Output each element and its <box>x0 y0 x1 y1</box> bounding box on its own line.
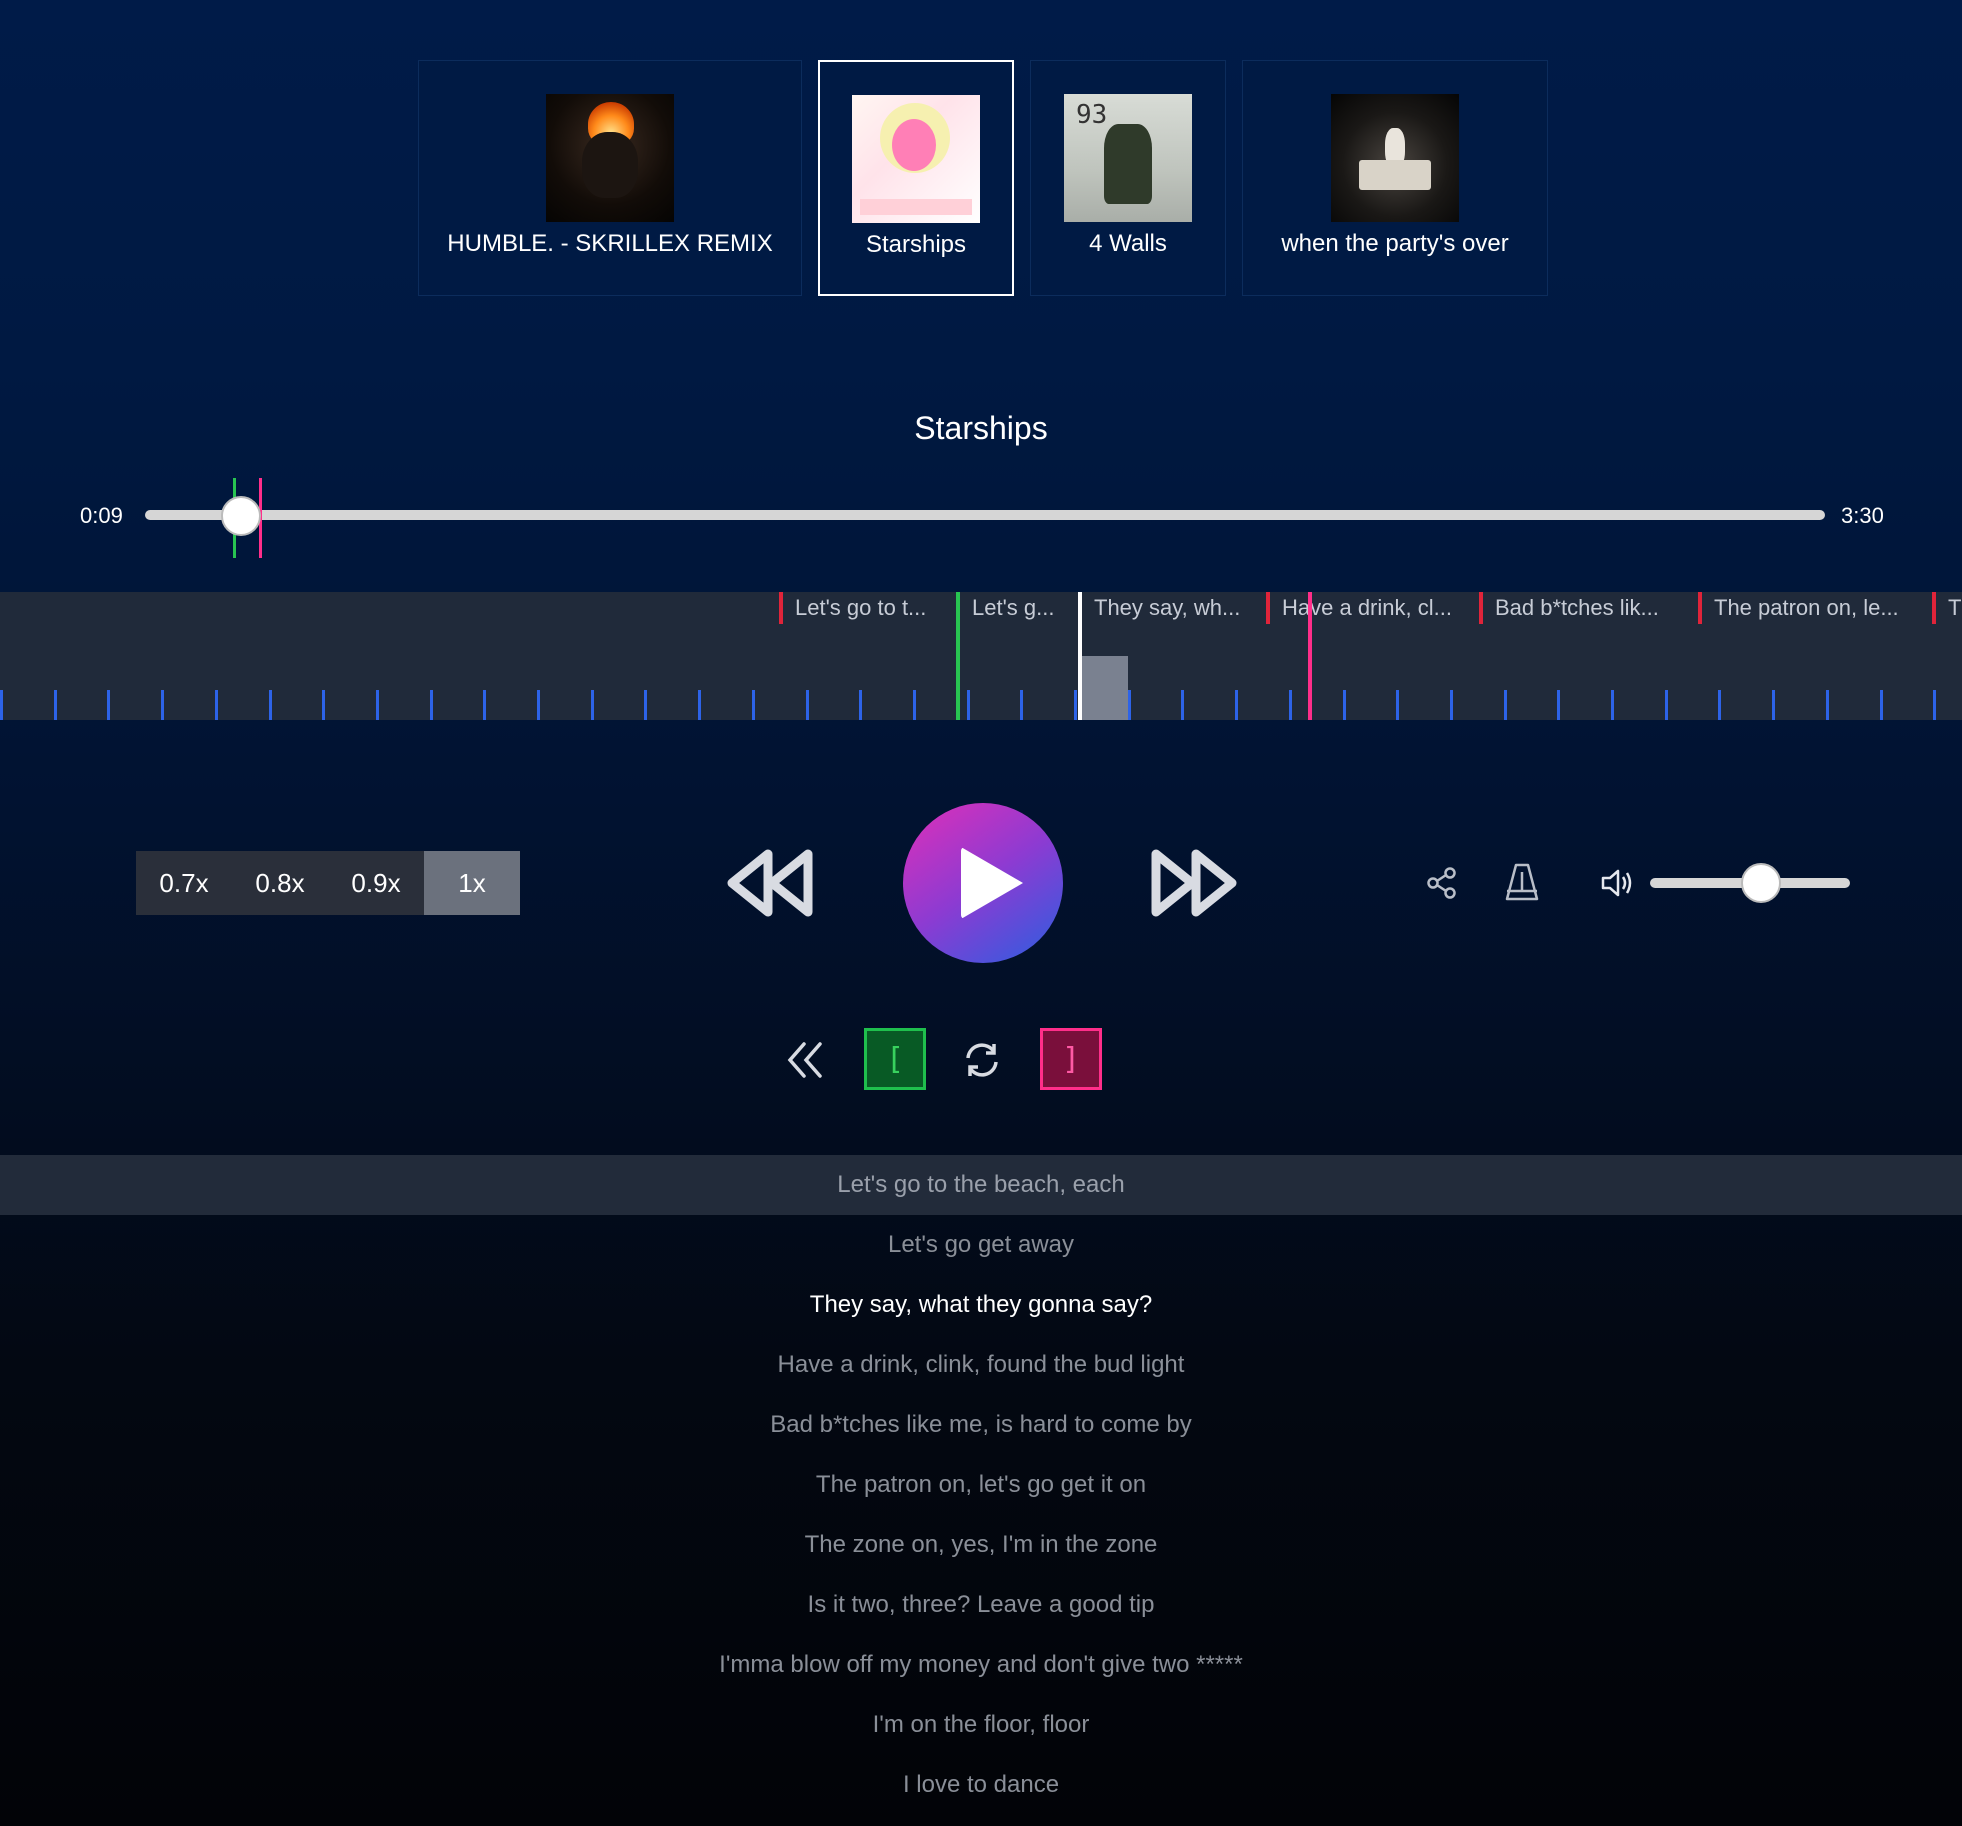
album-art-humble <box>546 94 674 222</box>
beat-marker <box>1718 690 1721 720</box>
beat-marker <box>806 690 809 720</box>
beat-marker <box>1611 690 1614 720</box>
beat-marker <box>1074 690 1077 720</box>
lyric-line[interactable]: Have a drink, clink, found the bud light <box>0 1335 1962 1395</box>
volume-thumb[interactable] <box>1741 863 1781 903</box>
lyric-line[interactable]: The zone on, yes, I'm in the zone <box>0 1515 1962 1575</box>
song-card-party[interactable]: when the party's over <box>1242 60 1548 296</box>
double-chevron-left-icon[interactable] <box>784 1040 828 1080</box>
beat-marker <box>430 690 433 720</box>
beat-marker <box>215 690 218 720</box>
play-icon <box>961 847 1023 919</box>
beat-marker <box>698 690 701 720</box>
beat-marker <box>1933 690 1936 720</box>
beat-marker <box>269 690 272 720</box>
timeline-loop-end[interactable] <box>1308 592 1312 720</box>
volume-icon[interactable] <box>1600 866 1634 900</box>
share-icon[interactable] <box>1426 866 1458 900</box>
fast-forward-icon[interactable] <box>1146 846 1242 920</box>
rewind-icon[interactable] <box>722 846 818 920</box>
beat-marker <box>107 690 110 720</box>
beat-marker <box>1880 690 1883 720</box>
beat-marker <box>1772 690 1775 720</box>
beat-marker <box>591 690 594 720</box>
lyric-line[interactable]: I love to dance <box>0 1755 1962 1815</box>
beat-marker <box>913 690 916 720</box>
elapsed-time: 0:09 <box>80 503 123 528</box>
metronome-icon[interactable] <box>1504 862 1540 902</box>
timeline-lyric-tag[interactable]: Let's g... <box>956 592 1074 624</box>
progress-thumb[interactable] <box>221 496 261 536</box>
beat-marker <box>1665 690 1668 720</box>
beat-marker <box>322 690 325 720</box>
lyric-line[interactable]: Let's go to the beach, each <box>0 1155 1962 1215</box>
beat-marker <box>1450 690 1453 720</box>
timeline-lyric-tag[interactable]: Let's go to t... <box>779 592 951 624</box>
progress-track[interactable] <box>145 510 1825 520</box>
beat-marker <box>1181 690 1184 720</box>
beat-marker <box>1826 690 1829 720</box>
beat-marker <box>483 690 486 720</box>
lyrics-timeline[interactable]: Let's go to t... Let's g... They say, wh… <box>0 592 1962 720</box>
set-loop-start-button[interactable]: [ <box>864 1028 926 1090</box>
total-duration: 3:30 <box>1841 503 1884 528</box>
song-card-humble[interactable]: HUMBLE. - SKRILLEX REMIX <box>418 60 802 296</box>
beat-marker <box>537 690 540 720</box>
timeline-lyric-tag[interactable]: They say, wh... <box>1078 592 1264 624</box>
beat-marker <box>376 690 379 720</box>
loop-icon[interactable] <box>960 1038 1004 1082</box>
now-playing-title: Starships <box>914 410 1048 446</box>
lyrics-list: Let's go to the beach, each Let's go get… <box>0 1155 1962 1815</box>
timeline-playhead-block <box>1078 656 1128 720</box>
beat-marker <box>1504 690 1507 720</box>
beat-marker <box>1396 690 1399 720</box>
song-card-title: Starships <box>865 231 967 258</box>
beat-marker <box>967 690 970 720</box>
speed-0-8x[interactable]: 0.8x <box>232 851 328 915</box>
beat-marker <box>54 690 57 720</box>
beat-marker <box>0 690 3 720</box>
timeline-lyric-tag[interactable]: Have a drink, cl... <box>1266 592 1466 624</box>
speed-0-9x[interactable]: 0.9x <box>328 851 424 915</box>
speed-1x[interactable]: 1x <box>424 851 520 915</box>
beat-marker <box>161 690 164 720</box>
lyric-line[interactable]: I'm on the floor, floor <box>0 1695 1962 1755</box>
lyric-line[interactable]: Bad b*tches like me, is hard to come by <box>0 1395 1962 1455</box>
lyric-line[interactable]: Let's go get away <box>0 1215 1962 1275</box>
song-card-title: 4 Walls <box>1089 230 1167 257</box>
lyric-line[interactable]: Is it two, three? Leave a good tip <box>0 1575 1962 1635</box>
beat-marker <box>752 690 755 720</box>
timeline-lyric-tag[interactable]: T <box>1932 592 1962 624</box>
speed-selector: 0.7x 0.8x 0.9x 1x <box>136 851 520 915</box>
album-art-party <box>1331 94 1459 222</box>
album-art-starships <box>852 95 980 223</box>
lyric-line[interactable]: I'mma blow off my money and don't give t… <box>0 1635 1962 1695</box>
set-loop-end-button[interactable]: ] <box>1040 1028 1102 1090</box>
beat-marker <box>1343 690 1346 720</box>
beat-marker <box>1020 690 1023 720</box>
song-list: HUMBLE. - SKRILLEX REMIX Starships 93 4 … <box>0 60 1962 296</box>
timeline-lyric-tag[interactable]: Bad b*tches lik... <box>1479 592 1675 624</box>
beat-marker <box>1235 690 1238 720</box>
timeline-lyric-tag[interactable]: The patron on, le... <box>1698 592 1918 624</box>
beat-marker <box>859 690 862 720</box>
beat-marker <box>644 690 647 720</box>
beat-marker <box>1128 690 1131 720</box>
lyric-line-current[interactable]: They say, what they gonna say? <box>0 1275 1962 1335</box>
timeline-playhead[interactable] <box>1078 592 1082 720</box>
song-card-4-walls[interactable]: 93 4 Walls <box>1030 60 1226 296</box>
lyric-line[interactable]: The patron on, let's go get it on <box>0 1455 1962 1515</box>
speed-0-7x[interactable]: 0.7x <box>136 851 232 915</box>
song-card-title: when the party's over <box>1281 230 1509 257</box>
beat-marker <box>1289 690 1292 720</box>
song-card-title: HUMBLE. - SKRILLEX REMIX <box>447 230 773 257</box>
beat-marker <box>1557 690 1560 720</box>
play-button[interactable] <box>903 803 1063 963</box>
timeline-loop-start[interactable] <box>956 592 960 720</box>
album-art-4-walls: 93 <box>1064 94 1192 222</box>
song-card-starships[interactable]: Starships <box>818 60 1014 296</box>
